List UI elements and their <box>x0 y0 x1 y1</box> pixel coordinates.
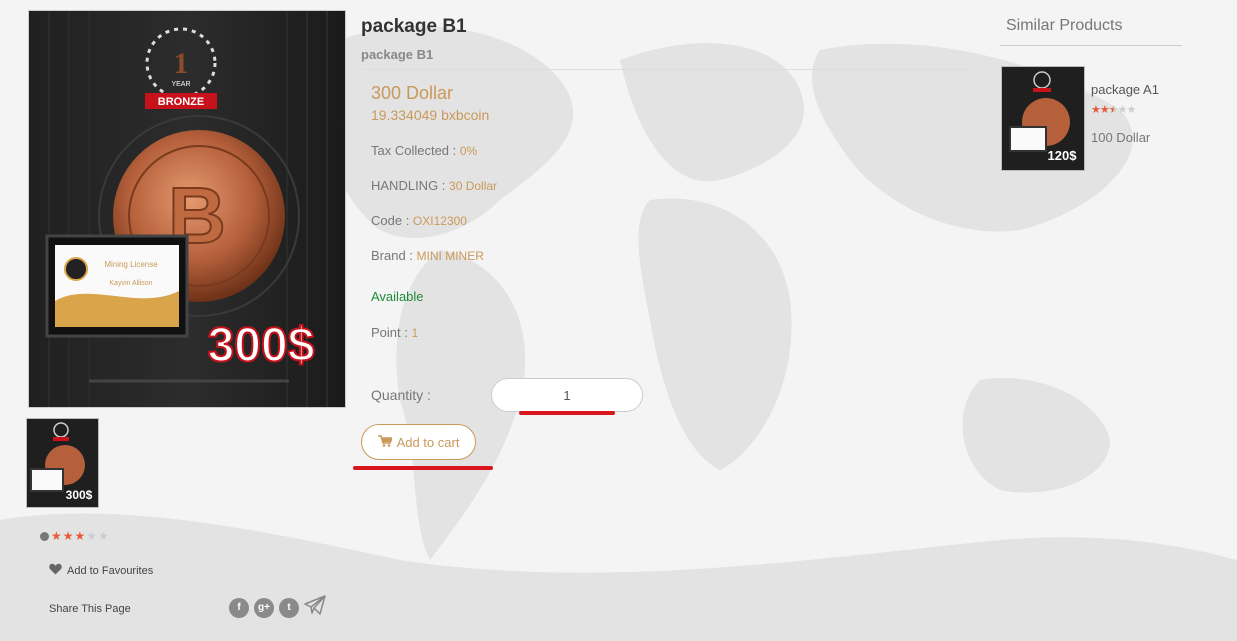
badge-tier: BRONZE <box>158 96 204 108</box>
product-rating[interactable]: ★ ★ ★ ★ ★ <box>40 529 109 543</box>
star-icon[interactable]: ★ <box>98 529 109 543</box>
badge-year: YEAR <box>171 81 190 88</box>
handling-row: HANDLING : 30 Dollar <box>371 178 497 193</box>
product-thumbnail[interactable]: 300$ <box>26 418 99 508</box>
highlight-underline-cart <box>353 466 493 470</box>
quantity-input[interactable] <box>491 378 643 412</box>
favourites-label: Add to Favourites <box>67 564 154 577</box>
telegram-icon[interactable] <box>304 595 326 620</box>
title-divider <box>361 69 970 70</box>
brand-label: Brand : <box>371 248 417 263</box>
handling-value: 30 Dollar <box>449 179 498 193</box>
product-title: package B1 <box>361 16 467 37</box>
image-price-text: 300$ <box>208 319 315 372</box>
similar-products-heading: Similar Products <box>1006 17 1123 34</box>
star-icon: ★ <box>1099 104 1110 116</box>
similar-divider <box>1000 45 1182 46</box>
similar-product-name[interactable]: package A1 <box>1091 82 1159 97</box>
product-price-coin: 19.334049 bxbcoin <box>371 107 490 123</box>
product-main-image[interactable]: 1 YEAR BRONZE B Mining License Kayvin Al… <box>28 10 346 408</box>
tax-label: Tax Collected : <box>371 143 460 158</box>
share-label: Share This Page <box>49 603 131 615</box>
twitter-icon[interactable]: t <box>279 597 299 618</box>
product-artwork: 1 YEAR BRONZE B Mining License Kayvin Al… <box>29 11 345 407</box>
highlight-underline-quantity <box>519 411 615 415</box>
add-to-favourites-link[interactable]: Add to Favourites <box>49 563 153 578</box>
point-label: Point : <box>371 325 412 340</box>
star-icon[interactable]: ★ <box>86 529 97 543</box>
availability-status: Available <box>371 289 424 304</box>
star-icon: ★ <box>1091 104 1101 116</box>
certificate-title: Mining License <box>104 260 158 269</box>
heart-icon <box>49 563 62 578</box>
quantity-label: Quantity : <box>371 387 431 403</box>
add-to-cart-button[interactable]: Add to cart <box>361 424 476 460</box>
star-icon[interactable]: ★ <box>63 529 74 543</box>
similar-product-image[interactable]: 120$ <box>1001 66 1085 171</box>
point-value: 1 <box>411 326 419 340</box>
thumbnail-artwork: 300$ <box>27 419 98 507</box>
clear-rating-icon[interactable] <box>40 531 49 541</box>
similar-product-rating: ★★★★★ <box>1091 103 1137 116</box>
handling-label: HANDLING : <box>371 178 450 193</box>
add-to-cart-label: Add to cart <box>396 434 460 450</box>
brand-value[interactable]: MINI MINER <box>417 249 484 263</box>
badge-number: 1 <box>174 47 189 80</box>
social-share: f g+ t <box>229 595 326 620</box>
google-plus-icon[interactable]: g+ <box>254 597 274 618</box>
similar-image-price: 120$ <box>1048 148 1078 163</box>
product-subtitle: package B1 <box>361 47 434 62</box>
brand-row: Brand : MINI MINER <box>371 248 484 263</box>
code-row: Code : OXI12300 <box>371 213 467 228</box>
certificate-name: Kayvin Allison <box>109 280 152 287</box>
star-half-icon: ★ <box>1108 104 1119 116</box>
code-label: Code : <box>371 213 413 228</box>
point-row: Point : 1 <box>371 325 418 340</box>
similar-product-artwork: 120$ <box>1002 67 1084 170</box>
product-price: 300 Dollar <box>371 83 454 103</box>
star-icon: ★ <box>1117 104 1128 116</box>
star-icon: ★ <box>1126 104 1137 116</box>
thumbnail-price: 300$ <box>66 488 93 502</box>
star-icon[interactable]: ★ <box>75 529 86 543</box>
star-icon[interactable]: ★ <box>51 529 62 543</box>
tax-value: 0% <box>459 144 478 158</box>
cart-icon <box>377 434 393 450</box>
code-value: OXI12300 <box>412 214 467 228</box>
tax-row: Tax Collected : 0% <box>371 143 477 158</box>
facebook-icon[interactable]: f <box>229 597 249 618</box>
similar-product-price: 100 Dollar <box>1091 130 1151 145</box>
